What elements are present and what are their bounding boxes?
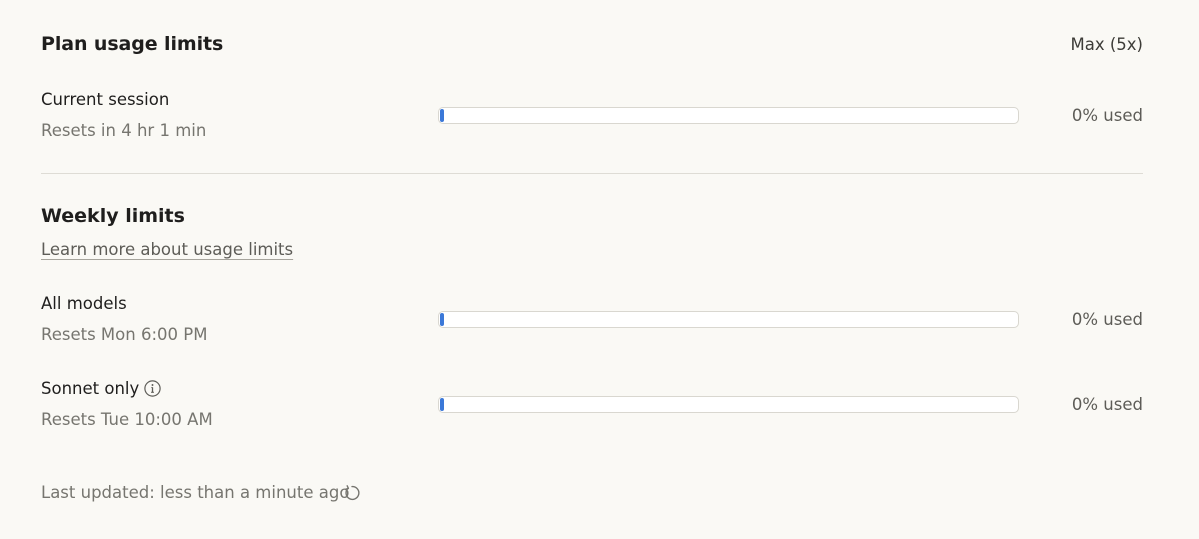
- info-icon[interactable]: [144, 380, 161, 397]
- current-session-label: Current session: [41, 90, 170, 109]
- plan-usage-panel: Plan usage limits Max (5x) Current sessi…: [41, 0, 1143, 539]
- all-models-progress-fill: [440, 313, 444, 326]
- all-models-progress-bar: [438, 311, 1019, 328]
- sonnet-only-label: Sonnet only: [41, 379, 140, 398]
- current-session-usage-percent: 0% used: [1071, 106, 1143, 125]
- all-models-usage-percent: 0% used: [1071, 310, 1143, 329]
- sonnet-only-progress-bar: [438, 396, 1019, 413]
- all-models-label: All models: [41, 294, 127, 313]
- refresh-icon[interactable]: [343, 484, 361, 502]
- current-session-reset: Resets in 4 hr 1 min: [41, 121, 207, 140]
- sonnet-only-reset: Resets Tue 10:00 AM: [41, 410, 213, 429]
- current-session-progress-fill: [440, 109, 444, 122]
- current-session-progress-bar: [438, 107, 1019, 124]
- weekly-limits-title: Weekly limits: [41, 205, 185, 227]
- plan-usage-title: Plan usage limits: [41, 33, 224, 55]
- sonnet-only-usage-percent: 0% used: [1071, 395, 1143, 414]
- learn-more-usage-limits-link[interactable]: Learn more about usage limits: [41, 240, 293, 259]
- plan-tier-label: Max (5x): [1070, 35, 1144, 54]
- last-updated-text: Last updated: less than a minute ago: [41, 483, 350, 502]
- section-divider: [41, 173, 1143, 174]
- sonnet-only-progress-fill: [440, 398, 444, 411]
- all-models-reset: Resets Mon 6:00 PM: [41, 325, 208, 344]
